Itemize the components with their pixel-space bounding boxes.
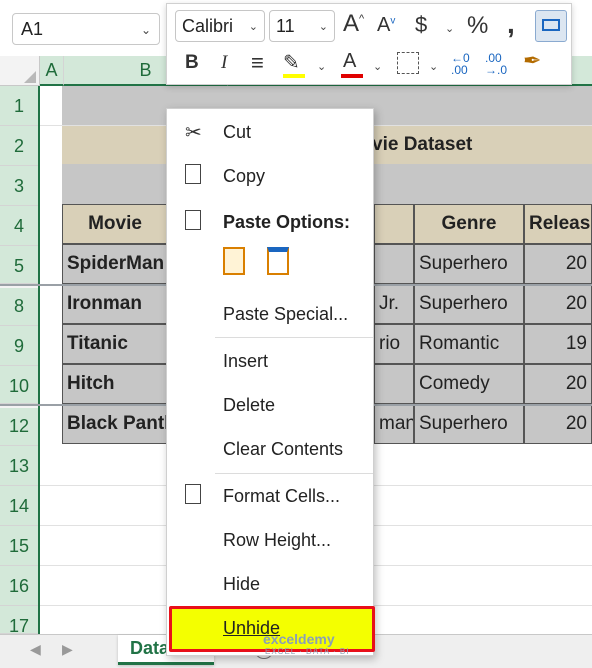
menu-item-cut[interactable]: ✂ Cut [167,113,373,153]
cell-movie-2[interactable]: Ironman [62,284,168,324]
menu-item-delete[interactable]: Delete [167,386,373,426]
menu-item-paste-special[interactable]: Paste Special... [167,295,373,335]
chevron-down-icon[interactable]: ⌄ [445,22,454,35]
row-header-5[interactable]: 5 [0,246,38,284]
watermark-logo: exceldemy [263,631,335,647]
format-cells-icon [185,484,201,504]
wrap-text-icon[interactable] [535,10,567,42]
row-header-16[interactable]: 16 [0,566,38,606]
menu-item-insert[interactable]: Insert [167,342,373,382]
scroll-left-icon[interactable]: ◀ [30,641,41,658]
table-header-release[interactable]: Releas [524,204,592,244]
percent-icon[interactable]: % [467,12,488,40]
table-header-movie[interactable]: Movie [62,204,168,244]
scroll-right-icon[interactable]: ▶ [62,641,73,658]
menu-separator [215,473,373,474]
row-header-9[interactable]: 9 [0,326,38,366]
name-box-value: A1 [21,19,44,39]
menu-item-row-height[interactable]: Row Height... [167,521,373,561]
chevron-down-icon[interactable]: ⌄ [373,60,382,73]
mini-toolbar: Calibri ⌄ 11 ⌄ A^ Av $ ⌄ % , B I ≡ ✎ ⌄ A… [166,3,572,85]
chevron-down-icon: ⌄ [318,21,328,33]
select-all-corner[interactable] [0,56,40,86]
cell-movie-1[interactable]: SpiderMan [62,244,168,284]
row-header-10[interactable]: 10 [0,366,38,404]
chevron-down-icon: ⌄ [248,21,258,33]
row-header-3[interactable]: 3 [0,166,38,206]
cell-movie-3[interactable]: Titanic [62,324,168,364]
cell-movie-4[interactable]: Hitch [62,364,168,404]
table-header-blank[interactable] [374,204,414,244]
row-header-2[interactable]: 2 [0,126,38,166]
row-header-17[interactable]: 17 [0,606,38,636]
paste-icon [185,210,201,230]
row-header-8[interactable]: 8 [0,288,38,326]
chevron-down-icon[interactable]: ⌄ [429,60,438,73]
chevron-down-icon[interactable]: ⌄ [317,60,326,73]
font-size-dropdown[interactable]: 11 ⌄ [269,10,335,42]
column-header-a[interactable]: A [40,56,64,86]
cell-actor-5[interactable]: man [374,404,414,444]
comma-style-icon[interactable]: , [507,8,515,40]
fill-color-icon[interactable]: ✎ [283,50,300,75]
menu-separator [215,337,373,338]
cell-release-5[interactable]: 20 [524,404,592,444]
row-header-13[interactable]: 13 [0,446,38,486]
menu-item-format-cells[interactable]: Format Cells... [167,477,373,517]
row-header-12[interactable]: 12 [0,408,38,446]
cell-release-2[interactable]: 20 [524,284,592,324]
font-name-dropdown[interactable]: Calibri ⌄ [175,10,265,42]
cell-movie-5[interactable]: Black Panth [62,404,168,444]
paste-formatting-icon[interactable] [223,247,253,281]
dataset-title: vie Dataset [372,134,473,155]
borders-icon[interactable] [397,52,419,74]
menu-item-hide[interactable]: Hide [167,565,373,605]
fill-color-swatch [283,74,305,78]
menu-item-clear-contents[interactable]: Clear Contents [167,430,373,470]
currency-icon[interactable]: $ [415,12,427,38]
context-menu: ✂ Cut Copy Paste Options: Paste Special.… [166,108,375,656]
cell-actor-3[interactable]: rio [374,324,414,364]
paste-values-icon[interactable] [267,247,297,281]
chevron-down-icon[interactable]: ⌄ [141,23,151,37]
row-header-column: 1 2 3 4 5 8 9 10 12 13 14 15 16 17 [0,86,40,636]
cell-genre-1[interactable]: Superhero [414,244,524,284]
cell-release-1[interactable]: 20 [524,244,592,284]
watermark-tagline: EXCEL · DATA · BI [265,647,350,656]
copy-icon [185,164,201,184]
font-color-icon[interactable]: A [343,50,356,73]
menu-item-paste-options: Paste Options: [167,203,373,243]
row-header-14[interactable]: 14 [0,486,38,526]
format-painter-icon[interactable]: ✒ [523,48,541,74]
shrink-font-icon[interactable]: Av [377,14,395,37]
decrease-decimal-icon[interactable]: .00 →.0 [485,52,507,76]
cell-genre-4[interactable]: Comedy [414,364,524,404]
name-box[interactable]: A1 ⌄ [12,13,160,45]
row-header-4[interactable]: 4 [0,206,38,246]
cell-genre-5[interactable]: Superhero [414,404,524,444]
cell-actor-2[interactable]: Jr. [374,284,414,324]
cell-actor-1[interactable] [374,244,414,284]
font-color-swatch [341,74,363,78]
italic-icon[interactable]: I [221,52,227,74]
row-header-1[interactable]: 1 [0,86,38,126]
row-header-15[interactable]: 15 [0,526,38,566]
align-center-icon[interactable]: ≡ [251,50,264,76]
cell-genre-2[interactable]: Superhero [414,284,524,324]
cell-actor-4[interactable] [374,364,414,404]
cell-release-4[interactable]: 20 [524,364,592,404]
scissors-icon: ✂ [185,122,202,144]
cell-release-3[interactable]: 19 [524,324,592,364]
grow-font-icon[interactable]: A^ [343,10,364,38]
bold-icon[interactable]: B [185,52,199,74]
menu-item-copy[interactable]: Copy [167,157,373,197]
table-header-genre[interactable]: Genre [414,204,524,244]
cell-genre-3[interactable]: Romantic [414,324,524,364]
increase-decimal-icon[interactable]: ←0.00 [451,52,470,76]
